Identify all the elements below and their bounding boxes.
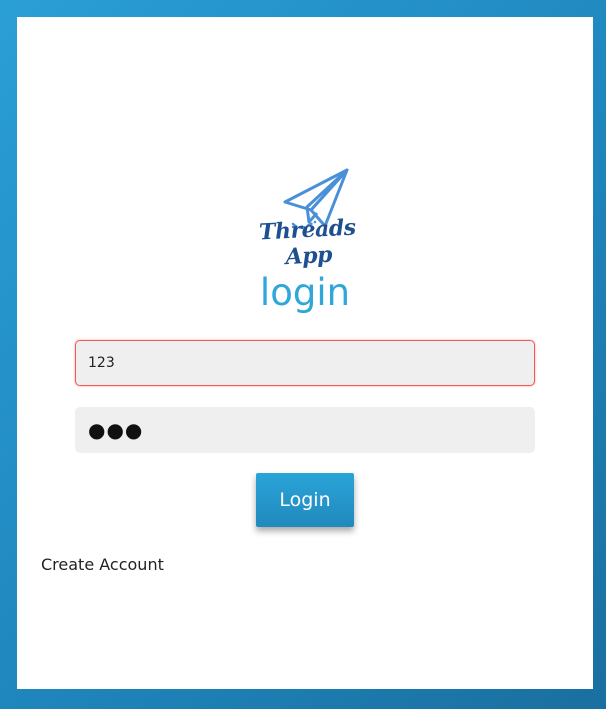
brand-text: Threads App	[258, 214, 357, 271]
login-button[interactable]: Login	[256, 473, 354, 527]
username-input[interactable]	[75, 340, 535, 386]
page-title: login	[259, 271, 351, 314]
create-account-link[interactable]: Create Account	[41, 555, 164, 574]
password-input[interactable]	[75, 407, 535, 453]
login-card: Threads App login Login Create Account	[17, 17, 593, 689]
